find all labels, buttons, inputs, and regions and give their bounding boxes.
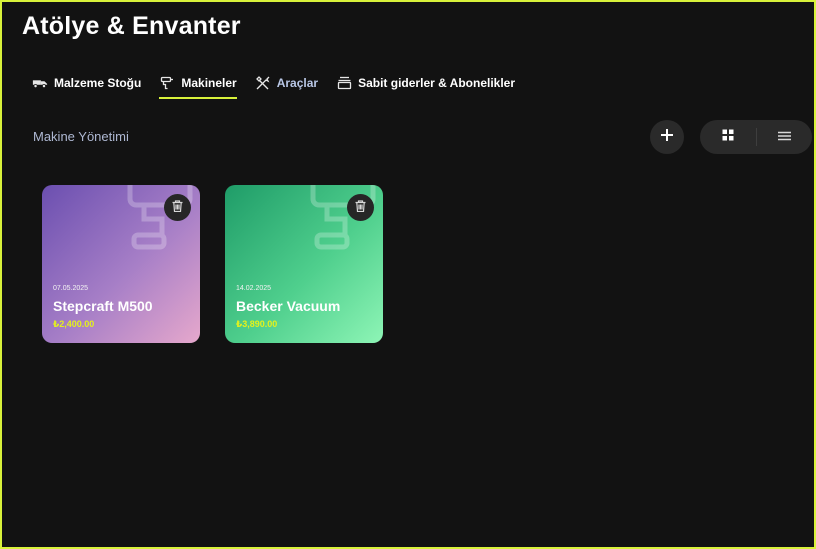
- app-frame: Atölye & Envanter Malzeme Stoğu Makinele…: [0, 0, 816, 549]
- machine-date: 07.05.2025: [53, 285, 89, 292]
- tab-label: Makineler: [181, 76, 237, 90]
- trash-icon: [355, 199, 366, 217]
- machine-date: 14.02.2025: [236, 285, 272, 292]
- machine-name: Stepcraft M500: [53, 298, 153, 314]
- plus-icon: [660, 128, 674, 147]
- machine-card[interactable]: 14.02.2025 Becker Vacuum ₺3,890.00: [225, 185, 383, 343]
- page-title: Atölye & Envanter: [22, 12, 241, 40]
- drill-icon: [309, 185, 383, 256]
- tab-bar: Malzeme Stoğu Makineler Araçlar Sabit gi…: [32, 72, 533, 102]
- tab-malzeme-stogu[interactable]: Malzeme Stoğu: [32, 72, 141, 94]
- tab-label: Malzeme Stoğu: [54, 76, 142, 90]
- list-icon: [777, 128, 791, 146]
- machine-price: ₺2,400.00: [53, 319, 95, 329]
- tools-icon: [255, 75, 271, 91]
- tab-araclar[interactable]: Araçlar: [255, 72, 318, 94]
- grid-view-button[interactable]: [700, 120, 756, 154]
- tab-makineler[interactable]: Makineler: [159, 72, 238, 99]
- list-view-button[interactable]: [756, 120, 812, 154]
- machine-name: Becker Vacuum: [236, 298, 341, 314]
- drill-icon: [126, 185, 200, 256]
- delete-button[interactable]: [347, 194, 374, 221]
- drill-icon: [159, 75, 175, 91]
- tab-label: Sabit giderler & Abonelikler: [358, 76, 516, 90]
- machine-price: ₺3,890.00: [236, 319, 278, 329]
- tab-label: Araçlar: [276, 76, 319, 90]
- truck-icon: [32, 75, 48, 91]
- trash-icon: [172, 199, 183, 217]
- section-title: Makine Yönetimi: [33, 129, 129, 144]
- grid-icon: [722, 128, 734, 146]
- delete-button[interactable]: [164, 194, 191, 221]
- add-machine-button[interactable]: [650, 120, 684, 154]
- tab-sabit-giderler[interactable]: Sabit giderler & Abonelikler: [336, 72, 515, 94]
- machine-card[interactable]: 07.05.2025 Stepcraft M500 ₺2,400.00: [42, 185, 200, 343]
- view-toggle: [700, 120, 812, 154]
- subscription-icon: [336, 75, 352, 91]
